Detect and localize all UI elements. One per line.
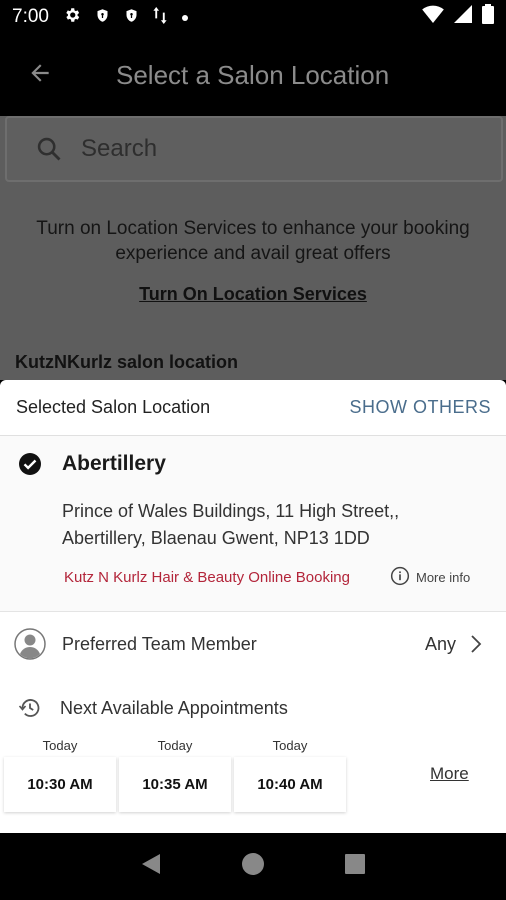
avatar-icon	[14, 628, 46, 660]
location-services-message: Turn on Location Services to enhance you…	[36, 218, 470, 264]
salon-address: Prince of Wales Buildings, 11 High Stree…	[62, 501, 400, 548]
data-arrows-icon	[153, 6, 167, 28]
more-info-label: More info	[416, 570, 471, 585]
salon-section-heading: KutzNKurlz salon location	[15, 352, 239, 372]
dot-icon	[181, 9, 189, 26]
arrow-back-icon	[27, 60, 53, 91]
status-time: 7:00	[12, 6, 49, 27]
recents-square-icon[interactable]	[344, 853, 366, 880]
home-circle-icon[interactable]	[241, 852, 265, 881]
background-content: Turn on Location Services to enhance you…	[0, 116, 506, 380]
chevron-right-icon	[470, 634, 482, 654]
check-circle-icon	[18, 452, 42, 481]
more-info-button[interactable]: More info	[390, 566, 470, 589]
next-appointments-label: Next Available Appointments	[60, 697, 288, 718]
slot-time: 10:30 AM	[4, 757, 116, 812]
shield-icon	[95, 7, 110, 28]
slot-day: Today	[157, 738, 193, 753]
battery-icon	[482, 4, 494, 30]
preferred-team-member-row[interactable]: Preferred Team Member Any	[0, 612, 506, 676]
selected-salon-sheet: Selected Salon Location SHOW OTHERS Aber…	[0, 380, 506, 833]
history-icon	[18, 696, 42, 720]
gear-icon	[63, 6, 81, 28]
back-button[interactable]	[0, 34, 80, 116]
search-input[interactable]	[81, 135, 461, 163]
team-member-label: Preferred Team Member	[62, 633, 257, 654]
show-others-button[interactable]: SHOW OTHERS	[349, 397, 491, 418]
appointment-slot[interactable]: Today 10:35 AM	[119, 736, 231, 812]
appointment-slot[interactable]: Today 10:40 AM	[234, 736, 346, 812]
salon-name: Abertillery	[62, 452, 166, 475]
sheet-header: Selected Salon Location SHOW OTHERS	[0, 380, 506, 436]
appointment-slot[interactable]: Today 10:30 AM	[4, 736, 116, 812]
info-icon	[390, 566, 410, 589]
slot-day: Today	[272, 738, 308, 753]
wifi-icon	[422, 5, 444, 29]
navigation-bar	[0, 833, 506, 900]
back-triangle-icon[interactable]	[140, 852, 162, 881]
more-appointments-link[interactable]: More	[430, 764, 469, 784]
signal-icon	[454, 5, 472, 29]
online-booking-link[interactable]: Kutz N Kurlz Hair & Beauty Online Bookin…	[64, 569, 376, 586]
sheet-header-label: Selected Salon Location	[16, 397, 211, 417]
next-appointments-row: Next Available Appointments	[0, 690, 506, 726]
page-title: Select a Salon Location	[116, 59, 390, 90]
search-icon	[35, 135, 63, 163]
status-bar: 7:00	[0, 0, 506, 34]
team-member-value: Any	[424, 633, 456, 654]
shield-icon	[124, 7, 139, 28]
turn-on-location-link[interactable]: Turn On Location Services	[0, 284, 506, 305]
salon-card[interactable]: Abertillery Prince of Wales Buildings, 1…	[0, 436, 506, 612]
slot-day: Today	[42, 738, 78, 753]
slot-time: 10:35 AM	[119, 757, 231, 812]
search-box[interactable]	[5, 116, 503, 182]
slot-time: 10:40 AM	[234, 757, 346, 812]
app-bar: Select a Salon Location	[0, 34, 506, 116]
